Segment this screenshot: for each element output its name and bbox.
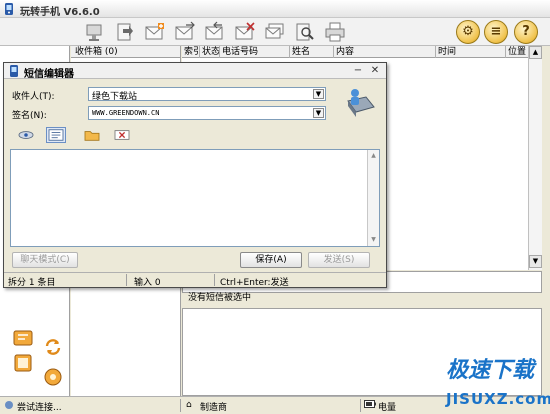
close-icon[interactable]: ✕ — [369, 65, 381, 77]
app-title: 玩转手机 V6.6.0 — [20, 7, 100, 18]
main-toolbar: ⚙ ≡ ? — [0, 18, 550, 46]
connection-status-icon — [4, 400, 14, 413]
music-icon[interactable] — [42, 366, 64, 388]
watermark: 极速下载 JISUXZ.com — [440, 352, 550, 414]
reply-message-icon[interactable] — [204, 21, 226, 43]
column-phone[interactable]: 电话号码 — [220, 46, 290, 58]
recipient-value: 绿色下载站 — [92, 92, 138, 102]
new-message-icon[interactable] — [144, 21, 166, 43]
template-icon[interactable] — [46, 127, 66, 143]
column-content[interactable]: 内容 — [334, 46, 436, 58]
signature-field[interactable]: WWW.GREENDOWN.CN ▼ — [88, 106, 326, 120]
send-shortcut-hint: Ctrl+Enter:发送 — [220, 278, 289, 288]
column-name[interactable]: 姓名 — [290, 46, 334, 58]
clear-icon[interactable] — [112, 127, 132, 143]
app-title-bar: 玩转手机 V6.6.0 — [0, 0, 550, 18]
inbox-label: 收件箱 — [75, 47, 103, 57]
grid-scrollbar[interactable]: ▲ ▼ — [528, 46, 542, 270]
connection-status: 尝试连接... — [17, 403, 62, 413]
app-logo-icon — [3, 3, 15, 15]
save-button[interactable]: 保存(A) — [240, 252, 302, 268]
folder-icon[interactable] — [82, 127, 102, 143]
column-time[interactable]: 时间 — [436, 46, 506, 58]
inbox-count: (0) — [104, 47, 118, 57]
dialog-status-bar: 拆分 1 条目 输入 0 Ctrl+Enter:发送 — [4, 272, 386, 288]
settings-gear-icon[interactable]: ⚙ — [456, 20, 480, 44]
dialog-title: 短信编辑器 — [24, 69, 74, 80]
print-icon[interactable] — [324, 21, 346, 43]
notes-icon[interactable]: ≡ — [484, 20, 508, 44]
help-icon[interactable]: ? — [514, 20, 538, 44]
search-icon[interactable] — [294, 21, 316, 43]
dialog-title-bar[interactable]: 短信编辑器 − ✕ — [4, 63, 386, 80]
scroll-up-icon[interactable]: ▲ — [529, 46, 542, 59]
sync-icon[interactable] — [42, 336, 64, 358]
chevron-down-icon[interactable]: ▼ — [313, 89, 324, 99]
editor-scrollbar[interactable]: ▲ ▼ — [367, 150, 379, 246]
signature-label: 签名(N): — [12, 111, 47, 121]
sms-editor-dialog: 短信编辑器 − ✕ 收件人(T): 绿色下载站 ▼ 签名(N): WWW.GRE… — [3, 62, 387, 288]
delete-message-icon[interactable] — [234, 21, 256, 43]
export-icon[interactable] — [114, 21, 136, 43]
send-button[interactable]: 发送(S) — [308, 252, 370, 268]
status-separator — [214, 274, 215, 286]
contacts-icon[interactable] — [16, 127, 36, 143]
grid-header: 索引 状态 电话号码 姓名 内容 时间 位置 — [182, 46, 528, 58]
home-icon: ⌂ — [186, 400, 192, 410]
watermark-title: 极速下载 — [446, 358, 535, 383]
phone-connect-icon[interactable] — [84, 21, 106, 43]
book-icon[interactable] — [12, 352, 34, 374]
phone-user-icon — [342, 87, 376, 123]
scroll-down-icon[interactable]: ▼ — [368, 234, 379, 245]
scroll-down-icon[interactable]: ▼ — [529, 255, 542, 268]
status-separator — [180, 399, 181, 412]
battery-label: 电量 — [378, 403, 397, 413]
chat-mode-button[interactable]: 聊天模式(C) — [12, 252, 78, 268]
dialog-logo-icon — [8, 65, 20, 77]
watermark-url: JISUXZ.com — [446, 390, 550, 408]
input-count: 输入 0 — [134, 278, 161, 288]
battery-icon — [364, 400, 376, 411]
forward-message-icon[interactable] — [174, 21, 196, 43]
column-location[interactable]: 位置 — [506, 46, 528, 58]
recipient-label: 收件人(T): — [12, 92, 55, 102]
inbox-header[interactable]: 收件箱 (0) — [71, 46, 180, 58]
recipient-field[interactable]: 绿色下载站 ▼ — [88, 87, 326, 102]
manufacturer-label: 制造商 — [200, 403, 228, 413]
scroll-up-icon[interactable]: ▲ — [368, 150, 379, 161]
message-stack-icon[interactable] — [264, 21, 286, 43]
status-separator — [360, 399, 361, 412]
split-info: 拆分 1 条目 — [8, 278, 56, 288]
column-status[interactable]: 状态 — [200, 46, 220, 58]
column-index[interactable]: 索引 — [182, 46, 200, 58]
preview-text: 没有短信被选中 — [188, 293, 252, 303]
tools-icon[interactable] — [12, 326, 34, 348]
chevron-down-icon[interactable]: ▼ — [313, 108, 324, 118]
message-editor[interactable]: ▲ ▼ — [10, 149, 380, 247]
minimize-icon[interactable]: − — [352, 65, 364, 77]
status-separator — [126, 274, 127, 286]
signature-value: WWW.GREENDOWN.CN — [92, 109, 160, 117]
